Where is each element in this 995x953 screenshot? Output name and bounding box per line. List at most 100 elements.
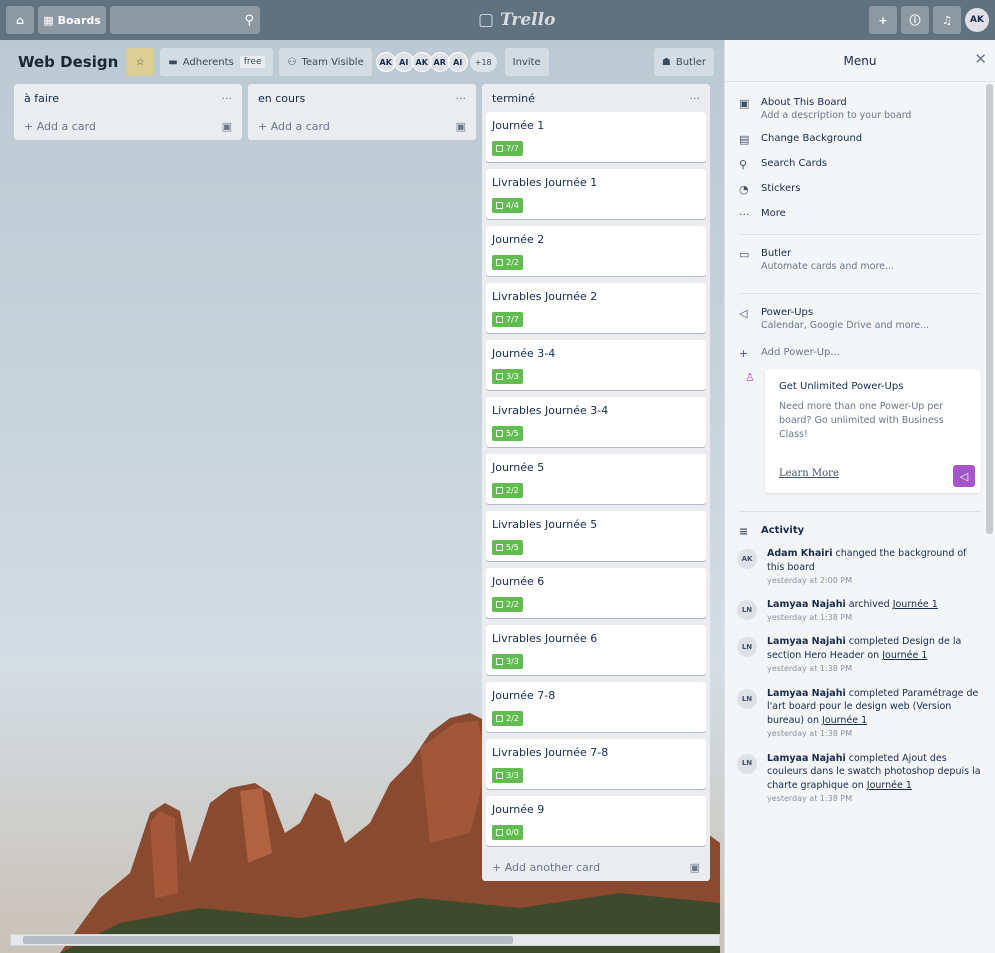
activity-card-link[interactable]: Journée 1: [822, 715, 867, 726]
card[interactable]: Journée 7-8 2/2: [486, 682, 706, 732]
more-members[interactable]: +18: [469, 52, 497, 72]
user-avatar[interactable]: AK: [965, 8, 989, 32]
checklist-count: 5/5: [506, 429, 519, 438]
unlimited-text: Need more than one Power-Up per board? G…: [779, 401, 944, 440]
menu-scrollbar[interactable]: [986, 84, 993, 534]
checklist-count: 5/5: [506, 543, 519, 552]
card[interactable]: Livrables Journée 6 3/3: [486, 625, 706, 675]
create-button[interactable]: +: [869, 6, 897, 34]
invite-button[interactable]: Invite: [504, 48, 549, 76]
powerups-sub: Calendar, Google Drive and more...: [761, 320, 930, 331]
boards-button[interactable]: ▦ Boards: [38, 6, 106, 34]
search-cards-item[interactable]: ⚲ Search Cards: [725, 155, 995, 174]
add-another-card-button[interactable]: + Add another card ▣: [482, 853, 710, 881]
member-avatar[interactable]: AR: [429, 52, 450, 72]
card-title: Livrables Journée 3-4: [492, 404, 609, 417]
horizontal-scrollbar[interactable]: [10, 934, 720, 946]
activity-avatar[interactable]: LN: [737, 600, 757, 621]
close-icon[interactable]: ✕: [974, 50, 987, 68]
activity-avatar[interactable]: AK: [737, 549, 757, 569]
card[interactable]: Journée 3-4 3/3: [486, 340, 706, 390]
butler-item[interactable]: ▭ Butler Automate cards and more...: [725, 245, 995, 275]
card[interactable]: Journée 2 2/2: [486, 226, 706, 276]
board-title[interactable]: Web Design: [10, 53, 126, 71]
card[interactable]: Livrables Journée 7-8 3/3: [486, 739, 706, 789]
card[interactable]: Livrables Journée 2 7/7: [486, 283, 706, 333]
info-button[interactable]: ⓘ: [901, 6, 929, 34]
powerups-title: Power-Ups: [761, 307, 814, 318]
activity-card-link[interactable]: Journée 1: [867, 780, 912, 791]
list-title[interactable]: à faire: [24, 92, 59, 105]
stickers-item[interactable]: ◔ Stickers: [725, 180, 995, 199]
search-cards-label: Search Cards: [761, 158, 828, 169]
star-button[interactable]: ☆: [126, 48, 155, 76]
list-menu-icon[interactable]: ···: [222, 92, 233, 105]
divider: [739, 293, 981, 294]
card[interactable]: Journée 1 7/7: [486, 112, 706, 162]
member-avatar[interactable]: AK: [411, 52, 432, 72]
template-icon[interactable]: ▣: [456, 120, 466, 133]
activity-user[interactable]: Lamyaa Najahi: [767, 753, 846, 764]
checklist-icon: [496, 544, 503, 551]
adherents-button[interactable]: ▬ Adherents free: [160, 48, 274, 76]
scrollbar-thumb[interactable]: [23, 936, 513, 944]
list-menu-icon[interactable]: ···: [456, 92, 467, 105]
member-avatar[interactable]: AI: [447, 52, 468, 72]
activity-item: LN Lamyaa Najahi completed Design de la s…: [725, 629, 995, 680]
checklist-count: 2/2: [506, 486, 519, 495]
activity-avatar[interactable]: LN: [737, 637, 757, 658]
checklist-count: 3/3: [506, 771, 519, 780]
search-icon: ⚲: [739, 158, 748, 171]
about-board-item[interactable]: ▣ About This Board Add a description to y…: [725, 94, 995, 124]
card[interactable]: Livrables Journée 5 5/5: [486, 511, 706, 561]
search-input[interactable]: ⚲: [110, 6, 260, 34]
activity-card-link[interactable]: Journée 1: [882, 650, 927, 661]
logo-text: Trello: [499, 10, 556, 30]
member-avatar[interactable]: AK: [375, 52, 396, 72]
trello-logo[interactable]: ▢ Trello: [478, 10, 555, 30]
card[interactable]: Journée 5 2/2: [486, 454, 706, 504]
activity-avatar[interactable]: LN: [737, 688, 757, 709]
add-card-button[interactable]: + Add a card ▣: [14, 112, 242, 140]
more-item[interactable]: ··· More: [725, 205, 995, 224]
checklist-icon: [496, 316, 503, 323]
list-title[interactable]: en cours: [258, 92, 305, 105]
add-power-up-item[interactable]: + Add Power-Up...: [725, 344, 995, 363]
checklist-icon: [496, 259, 503, 266]
template-icon[interactable]: ▣: [222, 120, 232, 133]
butler-button[interactable]: ☗ Butler: [653, 48, 714, 76]
activity-card-link[interactable]: Journée 1: [893, 599, 938, 610]
activity-time[interactable]: yesterday at 1:38 PM: [767, 663, 983, 675]
activity-user[interactable]: Adam Khairi: [767, 548, 833, 559]
list-menu-icon[interactable]: ···: [690, 92, 701, 105]
checklist-count: 2/2: [506, 600, 519, 609]
power-ups-item[interactable]: ◁ Power-Ups Calendar, Google Drive and mo…: [725, 304, 995, 334]
add-card-label: + Add a card: [24, 119, 96, 133]
checklist-count: 7/7: [506, 144, 519, 153]
gift-icon: ♙: [745, 371, 755, 384]
card[interactable]: Livrables Journée 1 4/4: [486, 169, 706, 219]
activity-avatar[interactable]: LN: [737, 753, 757, 774]
visibility-button[interactable]: ⚇ Team Visible: [279, 48, 372, 76]
activity-user[interactable]: Lamyaa Najahi: [767, 636, 846, 647]
activity-time[interactable]: yesterday at 2:00 PM: [767, 575, 983, 587]
activity-user[interactable]: Lamyaa Najahi: [767, 688, 846, 699]
top-navbar: ⌂ ▦ Boards ⚲ ▢ Trello + ⓘ ♫ AK: [0, 0, 995, 40]
activity-time[interactable]: yesterday at 1:38 PM: [767, 728, 983, 740]
add-card-button[interactable]: + Add a card ▣: [248, 112, 476, 140]
change-background-item[interactable]: ▤ Change Background: [725, 130, 995, 149]
template-icon[interactable]: ▣: [690, 861, 700, 874]
notifications-button[interactable]: ♫: [933, 6, 961, 34]
home-button[interactable]: ⌂: [6, 6, 34, 34]
card[interactable]: Livrables Journée 3-4 5/5: [486, 397, 706, 447]
activity-time[interactable]: yesterday at 1:38 PM: [767, 612, 938, 624]
learn-more-link[interactable]: Learn More: [779, 468, 839, 479]
list-title[interactable]: terminé: [492, 92, 535, 105]
activity-user[interactable]: Lamyaa Najahi: [767, 599, 846, 610]
card[interactable]: Journée 6 2/2: [486, 568, 706, 618]
card-title: Livrables Journée 6: [492, 632, 598, 645]
member-avatar[interactable]: AI: [393, 52, 414, 72]
card[interactable]: Journée 9 0/0: [486, 796, 706, 846]
activity-time[interactable]: yesterday at 1:38 PM: [767, 793, 983, 805]
stickers-label: Stickers: [761, 183, 801, 194]
